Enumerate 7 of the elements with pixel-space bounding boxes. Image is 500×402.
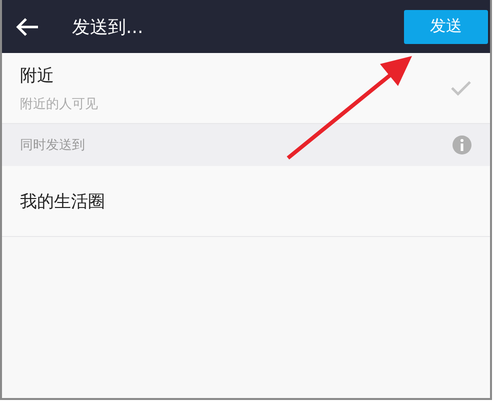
- item-title: 我的生活圈: [20, 190, 106, 212]
- back-arrow-icon[interactable]: [14, 16, 40, 38]
- send-button[interactable]: 发送: [404, 10, 488, 44]
- item-title: 附近: [20, 64, 55, 86]
- section-header: 同时发送到: [20, 137, 86, 154]
- item-subtitle: 附近的人可见: [20, 96, 99, 112]
- page-title: 发送到...: [72, 16, 144, 38]
